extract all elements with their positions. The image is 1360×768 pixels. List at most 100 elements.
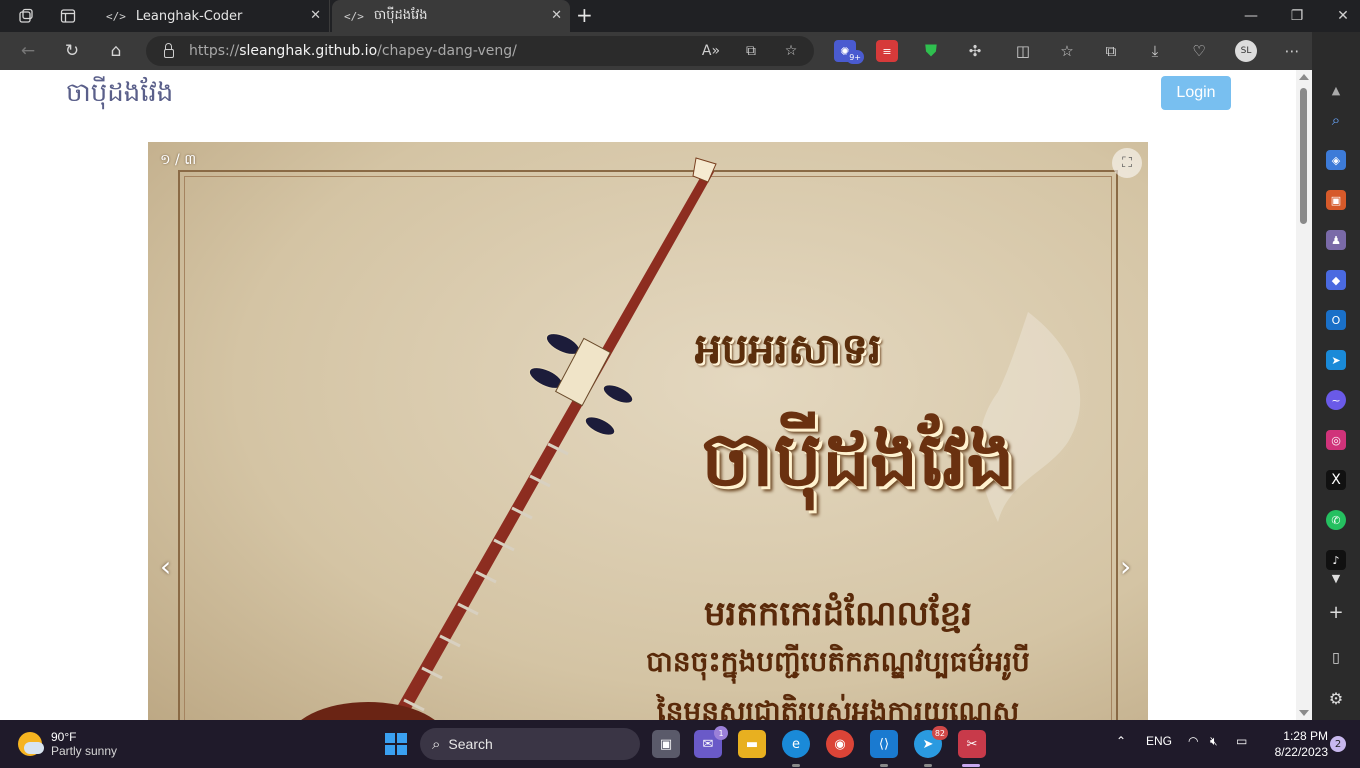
favorite-star-icon[interactable]: ☆ xyxy=(780,41,802,61)
weather-condition: Partly sunny xyxy=(51,744,118,758)
poster-line-2: ចាប៉ីដងវែង xyxy=(701,414,1015,503)
workspaces-icon[interactable] xyxy=(8,0,44,32)
shield-extension-icon[interactable]: ⛊ xyxy=(920,40,942,62)
poster-line-4: បានចុះក្នុងបញ្ជីបេតិកភណ្ឌវប្បធម៌អរូបី xyxy=(646,645,1030,678)
app-available-icon[interactable]: ⧉ xyxy=(740,41,762,61)
windows-taskbar: 90°F Partly sunny ⌕ Search ▣ ✉ 1 ▬ e ◉ ⟨⟩… xyxy=(0,720,1360,768)
scroll-down-icon[interactable]: ▼ xyxy=(1326,568,1346,588)
scroll-up-arrow-icon[interactable] xyxy=(1299,74,1309,80)
telegram-badge: 82 xyxy=(931,726,948,740)
tiktok-icon[interactable]: ♪ xyxy=(1326,550,1346,570)
favorites-icon[interactable]: ☆ xyxy=(1056,40,1078,62)
carousel-next-button[interactable]: › xyxy=(1120,550,1131,583)
settings-gear-icon[interactable]: ⚙ xyxy=(1326,688,1346,708)
teams-badge: 1 xyxy=(714,726,728,740)
split-screen-icon[interactable]: ◫ xyxy=(1012,40,1034,62)
site-title[interactable]: ចាប៉ីដងវែង xyxy=(66,76,173,114)
telegram-icon[interactable]: ➤ 82 xyxy=(914,726,948,758)
poster-line-5: នៃមនុស្សជាតិរបស់អង្គការយូណេស្កូ xyxy=(656,695,1020,720)
image-carousel[interactable]: អបអរសាទរ ចាប៉ីដងវែង មរតកកេរដំណែលខ្មែរ បា… xyxy=(148,142,1148,720)
drop-icon[interactable]: ➤ xyxy=(1326,350,1346,370)
code-icon: </> xyxy=(106,9,126,23)
minimize-icon[interactable]: — xyxy=(1228,0,1274,32)
restore-icon[interactable]: ❐ xyxy=(1274,0,1320,32)
code-icon: </> xyxy=(344,9,364,23)
tab-actions-icon[interactable] xyxy=(50,0,86,32)
slide-counter: ១ / ៣ xyxy=(160,152,197,168)
poster-line-3: មរតកកេរដំណែលខ្មែរ xyxy=(703,594,973,634)
outlook-icon[interactable]: O xyxy=(1326,310,1346,330)
running-indicator xyxy=(880,764,888,767)
battery-icon[interactable]: ▭ xyxy=(1236,734,1247,748)
vscode-icon[interactable]: ⟨⟩ xyxy=(870,730,898,758)
scroll-down-arrow-icon[interactable] xyxy=(1299,710,1309,716)
close-window-icon[interactable]: ✕ xyxy=(1320,0,1360,32)
tab-title: ចាប៉ីដងវែង xyxy=(373,7,428,23)
task-view-icon[interactable]: ▣ xyxy=(652,730,680,758)
taskbar-search[interactable]: ⌕ Search xyxy=(420,728,640,760)
more-options-icon[interactable]: ⋯ xyxy=(1281,40,1303,62)
performance-icon[interactable]: ♡ xyxy=(1188,40,1210,62)
wifi-icon[interactable]: ◠ xyxy=(1188,734,1198,748)
games-icon[interactable]: ♟ xyxy=(1326,230,1346,250)
system-clock[interactable]: 1:28 PM 8/22/2023 xyxy=(1262,728,1328,760)
notification-count-badge[interactable]: 2 xyxy=(1330,736,1346,752)
running-indicator xyxy=(924,764,932,767)
search-label: Search xyxy=(448,736,493,752)
show-hidden-icons-chevron-icon[interactable]: ⌃ xyxy=(1116,734,1126,748)
clock-time: 1:28 PM xyxy=(1283,729,1328,743)
todoist-extension-icon[interactable]: ≡ xyxy=(876,40,898,62)
extension-badge: 9+ xyxy=(846,50,864,64)
windows-start-icon[interactable] xyxy=(382,730,410,758)
tab-leanghak-coder[interactable]: </> Leanghak-Coder ✕ xyxy=(94,0,330,32)
language-indicator[interactable]: ENG xyxy=(1146,734,1172,748)
edge-browser-icon[interactable]: e xyxy=(782,730,810,758)
address-bar[interactable]: https://sleanghak.github.io/chapey-dang-… xyxy=(146,36,814,66)
tools-icon[interactable]: ▣ xyxy=(1326,190,1346,210)
browser-toolbar: ← ↻ ⌂ https://sleanghak.github.io/chapey… xyxy=(0,32,1360,70)
poster-line-1: អបអរសាទរ xyxy=(694,324,882,373)
lock-icon[interactable] xyxy=(164,42,174,58)
snipping-tool-icon[interactable]: ✂ xyxy=(958,730,986,758)
close-tab-icon[interactable]: ✕ xyxy=(551,8,562,23)
add-sidebar-icon[interactable]: + xyxy=(1326,602,1346,623)
scrollbar-thumb[interactable] xyxy=(1300,88,1307,224)
close-tab-icon[interactable]: ✕ xyxy=(310,8,321,23)
scroll-up-icon[interactable]: ▲ xyxy=(1326,80,1346,100)
fullscreen-icon[interactable]: ⛶ xyxy=(1112,148,1142,178)
shopping-tag-icon[interactable]: ◈ xyxy=(1326,150,1346,170)
extensions-puzzle-icon[interactable]: ✣ xyxy=(964,40,986,62)
back-icon[interactable]: ← xyxy=(14,38,42,64)
page-scrollbar[interactable] xyxy=(1296,70,1312,720)
profile-avatar[interactable]: SL xyxy=(1235,40,1257,62)
search-icon[interactable]: ⌕ xyxy=(1326,110,1346,130)
tab-chapey-dang-veng[interactable]: </> ចាប៉ីដងវែង ✕ xyxy=(332,0,570,32)
microsoft365-icon[interactable]: ◆ xyxy=(1326,270,1346,290)
hide-sidebar-icon[interactable]: ▯ xyxy=(1326,648,1346,668)
partly-sunny-icon xyxy=(18,732,44,756)
home-icon[interactable]: ⌂ xyxy=(102,38,130,64)
file-explorer-icon[interactable]: ▬ xyxy=(738,730,766,758)
url-text[interactable]: https://sleanghak.github.io/chapey-dang-… xyxy=(189,43,517,59)
collections-icon[interactable]: ⧉ xyxy=(1100,40,1122,62)
x-twitter-icon[interactable]: X xyxy=(1326,470,1346,490)
browser-titlebar: </> Leanghak-Coder ✕ </> ចាប៉ីដងវែង ✕ + … xyxy=(0,0,1360,32)
page-viewport: ចាប៉ីដងវែង Login អបអរសាទរ ចាប៉ីដងវែង មរត… xyxy=(0,70,1296,720)
whatsapp-icon[interactable]: ✆ xyxy=(1326,510,1346,530)
refresh-icon[interactable]: ↻ xyxy=(58,38,86,64)
read-aloud-icon[interactable]: A» xyxy=(700,41,722,61)
instagram-icon[interactable]: ◎ xyxy=(1326,430,1346,450)
search-icon: ⌕ xyxy=(432,735,441,753)
volume-muted-icon[interactable]: 🔇︎ xyxy=(1210,734,1218,749)
carousel-prev-button[interactable]: ‹ xyxy=(160,550,171,583)
weather-widget[interactable]: 90°F Partly sunny xyxy=(18,730,117,758)
downloads-icon[interactable]: ⤓ xyxy=(1144,40,1166,62)
extension-icon[interactable]: ✺ 9+ xyxy=(834,40,864,64)
active-app-indicator xyxy=(962,764,980,767)
clock-date: 8/22/2023 xyxy=(1274,745,1328,759)
chrome-icon[interactable]: ◉ xyxy=(826,730,854,758)
messenger-icon[interactable]: ~ xyxy=(1326,390,1346,410)
new-tab-icon[interactable]: + xyxy=(576,3,593,27)
login-button[interactable]: Login xyxy=(1161,76,1231,110)
teams-chat-icon[interactable]: ✉ 1 xyxy=(694,726,728,758)
